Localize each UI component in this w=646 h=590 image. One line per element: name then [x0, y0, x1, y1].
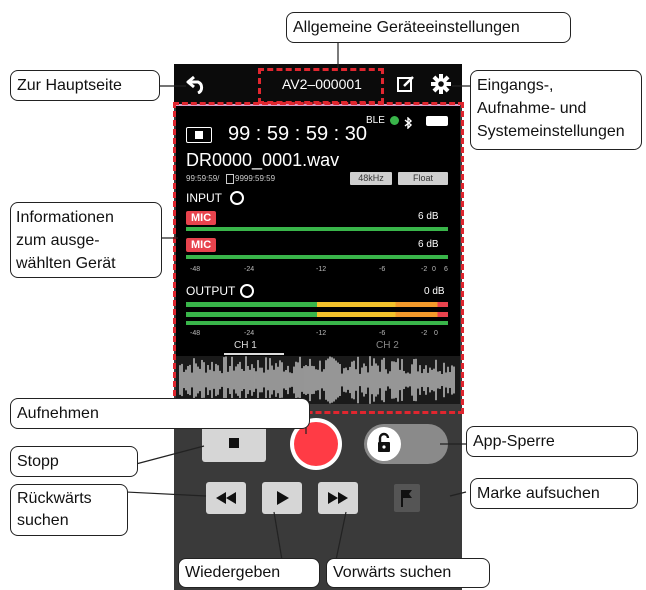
tab-ch1[interactable]: CH 1 [234, 340, 257, 351]
input-1-meter [186, 227, 448, 231]
tab-ch2[interactable]: CH 2 [376, 340, 399, 351]
forward-button[interactable] [318, 482, 358, 514]
remaining-time: 99:59:59/ [186, 174, 220, 183]
lock-icon [367, 427, 401, 461]
callout-general-settings: Allgemeine Geräteeinstellungen [286, 12, 571, 43]
file-icon [226, 174, 234, 184]
rewind-button[interactable] [206, 482, 246, 514]
file-counter: 9999:59:59 [235, 174, 276, 183]
edit-icon[interactable] [396, 74, 416, 98]
input-2-tag[interactable]: MIC [186, 238, 217, 252]
callout-device-info: Informationen zum ausge- wählten Gerät [10, 202, 162, 278]
ble-status-icon [390, 116, 399, 125]
callout-stop: Stopp [10, 446, 138, 477]
battery-icon [426, 116, 448, 126]
back-arrow-icon[interactable] [186, 74, 208, 98]
flag-icon [401, 490, 412, 507]
stop-icon [229, 438, 239, 448]
output-label: OUTPUT [186, 284, 236, 298]
tab-indicator [224, 353, 284, 355]
input-label: INPUT [186, 191, 222, 205]
callout-marker: Marke aufsuchen [470, 478, 638, 509]
output-gear-icon[interactable] [240, 284, 254, 298]
bit-depth-badge: Float [398, 172, 448, 185]
fast-forward-icon [328, 492, 348, 504]
input-gear-icon[interactable] [230, 191, 244, 205]
output-level: 0 dB [424, 286, 445, 297]
input-1-tag[interactable]: MIC [186, 211, 217, 225]
top-bar: AV2–000001 [174, 64, 462, 104]
rewind-icon [216, 492, 236, 504]
app-lock-toggle[interactable] [364, 424, 448, 464]
output-meter-3 [186, 321, 448, 325]
timecode: 99 : 59 : 59 : 30 [228, 123, 367, 145]
callout-home: Zur Hauptseite [10, 70, 160, 101]
file-name: DR0000_0001.wav [186, 150, 340, 170]
callout-forward: Vorwärts suchen [326, 558, 490, 588]
sample-rate-badge: 48kHz [350, 172, 392, 185]
marker-button[interactable] [394, 484, 420, 512]
gear-icon[interactable] [430, 73, 452, 99]
input-2-meter [186, 255, 448, 259]
device-name[interactable]: AV2–000001 [282, 76, 362, 92]
callout-play: Wiedergeben [178, 558, 320, 588]
waveform [176, 356, 460, 404]
callout-record: Aufnehmen [10, 398, 310, 429]
input-1-level: 6 dB [418, 211, 439, 222]
play-icon [277, 491, 289, 505]
info-screen: BLE 99 : 59 : 59 : 30 DR0000_0001.wav 99… [176, 106, 460, 404]
output-meter-2 [186, 312, 448, 317]
play-button[interactable] [262, 482, 302, 514]
callout-rewind: Rückwärts suchen [10, 484, 128, 536]
callout-input-settings: Eingangs-, Aufnahme- und Systemeinstellu… [470, 70, 642, 150]
ble-label: BLE [366, 115, 385, 126]
stop-state-icon [186, 127, 212, 143]
input-2-level: 6 dB [418, 239, 439, 250]
bluetooth-icon [404, 114, 413, 133]
stop-button[interactable] [202, 424, 266, 462]
output-meter-1 [186, 302, 448, 307]
callout-app-lock: App-Sperre [466, 426, 638, 457]
